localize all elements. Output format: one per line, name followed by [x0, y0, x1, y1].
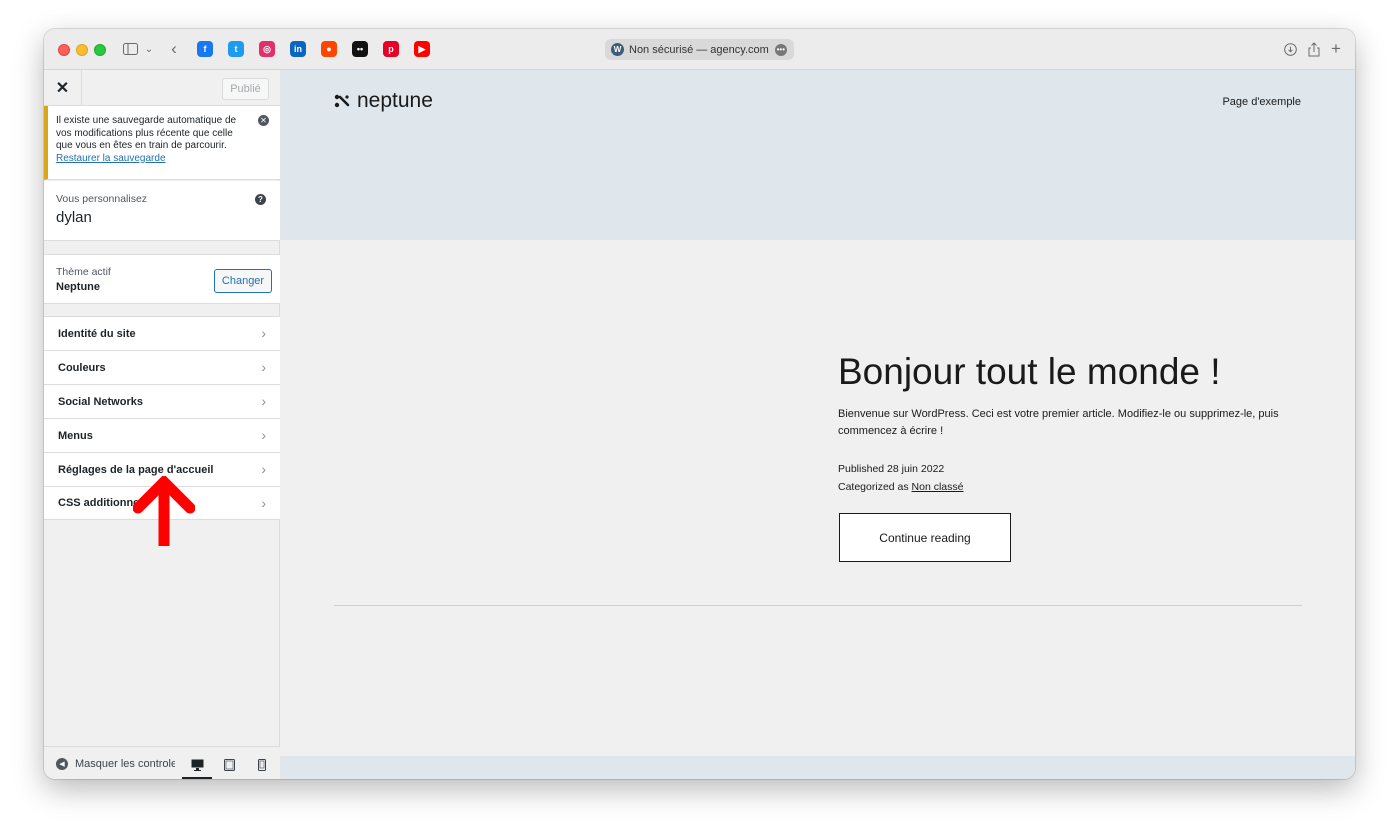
- url-text: Non sécurisé — agency.com: [629, 43, 769, 56]
- site-logo[interactable]: neptune: [334, 89, 433, 113]
- chevron-right-icon: ›: [261, 359, 266, 375]
- neptune-logo-icon: [334, 94, 350, 108]
- annotation-arrow-icon: [133, 476, 195, 546]
- more-icon[interactable]: •••: [774, 43, 787, 56]
- categorized-label: Categorized as: [838, 481, 909, 493]
- dismiss-notice-icon[interactable]: ✕: [258, 115, 269, 126]
- facebook-extension-icon[interactable]: f: [197, 41, 213, 57]
- section-label: Réglages de la page d'accueil: [58, 463, 214, 476]
- desktop-preview-icon[interactable]: [182, 755, 212, 779]
- customizer-sidebar: ✕ Publié Il existe une sauvegarde automa…: [44, 70, 280, 779]
- site-header: neptune Page d'exemple: [280, 70, 1355, 240]
- zoom-window-button[interactable]: [94, 44, 106, 56]
- post-title[interactable]: Bonjour tout le monde !: [838, 351, 1221, 393]
- chevron-right-icon: ›: [261, 325, 266, 341]
- medium-extension-icon[interactable]: ••: [352, 41, 368, 57]
- wordpress-icon: W: [611, 43, 624, 56]
- post-published-date: Published 28 juin 2022: [838, 463, 945, 475]
- chevron-right-icon: ›: [261, 461, 266, 477]
- active-theme: Thème actif Neptune Changer: [44, 254, 280, 304]
- post-meta: Published 28 juin 2022 Categorized as No…: [838, 460, 964, 496]
- mobile-preview-icon[interactable]: [251, 755, 273, 775]
- post-category-line: Categorized as Non classé: [838, 478, 964, 496]
- close-window-button[interactable]: [58, 44, 70, 56]
- browser-window: ⌄ ‹ f t ◎ in ● •• p ▶ W Non sécurisé — agency.c…: [44, 29, 1355, 779]
- post-divider: [334, 605, 1302, 606]
- sidebar-toggle-icon[interactable]: [122, 40, 138, 58]
- instagram-extension-icon[interactable]: ◎: [259, 41, 275, 57]
- customizer-header: ✕ Publié: [44, 70, 280, 106]
- section-social-networks[interactable]: Social Networks ›: [44, 384, 280, 418]
- site-name: dylan: [56, 209, 92, 226]
- hide-controls-button[interactable]: Masquer les controles: [75, 758, 175, 770]
- restore-backup-link[interactable]: Restaurer la sauvegarde: [56, 153, 166, 164]
- section-label: CSS additionnel: [58, 497, 143, 509]
- nav-sample-page-link[interactable]: Page d'exemple: [1222, 96, 1301, 108]
- back-arrow-icon[interactable]: ‹: [168, 39, 180, 58]
- youtube-extension-icon[interactable]: ▶: [414, 41, 430, 57]
- tablet-preview-icon[interactable]: [218, 755, 240, 775]
- section-label: Identité du site: [58, 327, 136, 340]
- continue-reading-button[interactable]: Continue reading: [839, 513, 1011, 562]
- section-label: Menus: [58, 429, 93, 442]
- reddit-extension-icon[interactable]: ●: [321, 41, 337, 57]
- close-icon[interactable]: ✕: [44, 70, 82, 106]
- category-link[interactable]: Non classé: [912, 481, 964, 493]
- linkedin-extension-icon[interactable]: in: [290, 41, 306, 57]
- twitter-extension-icon[interactable]: t: [228, 41, 244, 57]
- help-icon[interactable]: ?: [255, 194, 266, 205]
- address-bar[interactable]: W Non sécurisé — agency.com •••: [605, 39, 794, 60]
- collapse-icon[interactable]: ◀: [56, 758, 68, 770]
- customizing-label: Vous personnalisez: [56, 193, 148, 205]
- browser-toolbar: ⌄ ‹ f t ◎ in ● •• p ▶ W Non sécurisé — agency.c…: [44, 29, 1355, 70]
- change-theme-button[interactable]: Changer: [214, 269, 272, 293]
- notice-text: Il existe une sauvegarde automatique de …: [56, 115, 237, 151]
- customizer-footer: ◀ Masquer les controles: [44, 746, 280, 779]
- download-icon[interactable]: [1282, 40, 1298, 58]
- pinterest-extension-icon[interactable]: p: [383, 41, 399, 57]
- chevron-right-icon: ›: [261, 427, 266, 443]
- minimize-window-button[interactable]: [76, 44, 88, 56]
- section-site-identity[interactable]: Identité du site ›: [44, 316, 280, 350]
- section-label: Couleurs: [58, 361, 106, 374]
- section-menus[interactable]: Menus ›: [44, 418, 280, 452]
- autosave-notice: Il existe une sauvegarde automatique de …: [44, 106, 280, 180]
- section-label: Social Networks: [58, 395, 143, 408]
- site-preview: neptune Page d'exemple Bonjour tout le m…: [280, 70, 1355, 779]
- chevron-right-icon: ›: [261, 495, 266, 511]
- publish-button[interactable]: Publié: [222, 78, 269, 100]
- new-tab-icon[interactable]: +: [1328, 39, 1344, 58]
- chevron-down-icon[interactable]: ⌄: [144, 40, 154, 58]
- site-title: neptune: [357, 89, 433, 112]
- customizing-info: Vous personnalisez dylan ?: [44, 181, 280, 241]
- post-excerpt: Bienvenue sur WordPress. Ceci est votre …: [838, 408, 1279, 437]
- chevron-right-icon: ›: [261, 393, 266, 409]
- share-icon[interactable]: [1306, 40, 1322, 58]
- site-footer-band: [280, 756, 1355, 779]
- section-colors[interactable]: Couleurs ›: [44, 350, 280, 384]
